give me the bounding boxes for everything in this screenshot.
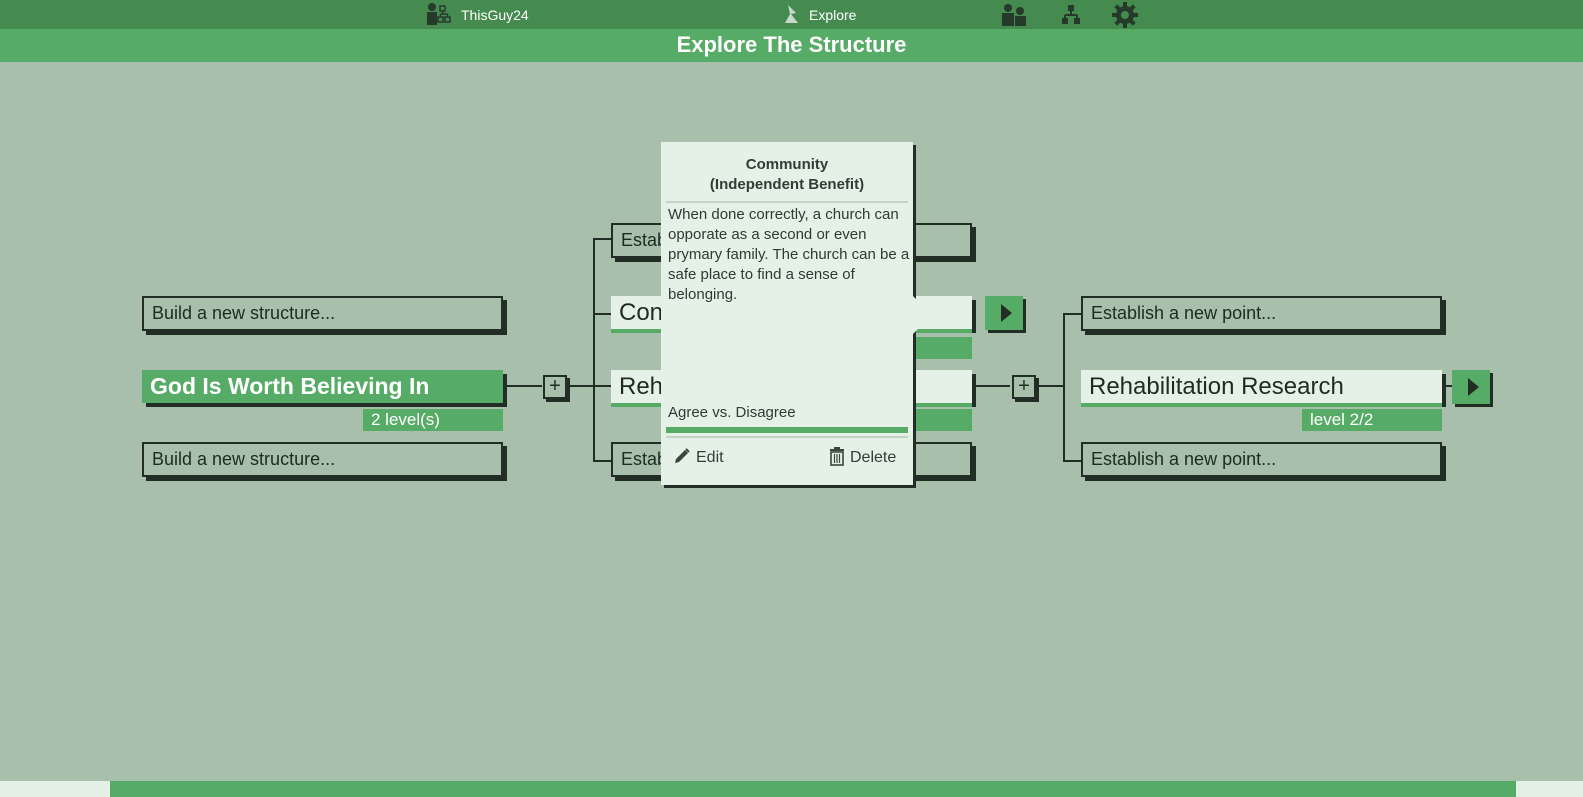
point-card-title: Rehabilitation Research	[1089, 372, 1344, 400]
popup-title-type: (Independent Benefit)	[709, 176, 865, 193]
trash-icon	[829, 446, 845, 471]
edit-label: Edit	[696, 449, 724, 466]
build-structure-placeholder: Build a new structure...	[152, 449, 336, 469]
nav-user-name: ThisGuy24	[461, 7, 529, 23]
build-structure-input-bottom[interactable]: Build a new structure...	[142, 442, 503, 477]
establish-point-input-top[interactable]: Establish a new point...	[1081, 296, 1442, 331]
connector-line	[593, 460, 611, 462]
footer-strip-right	[1516, 781, 1583, 797]
connector-line	[970, 385, 1010, 387]
pencil-icon	[673, 447, 691, 470]
agreement-bar	[666, 427, 908, 433]
popup-divider	[666, 436, 908, 438]
connector-line	[503, 385, 542, 387]
popup-description: When done correctly, a church can oppora…	[668, 206, 910, 303]
connector-line	[593, 238, 595, 462]
popup-title-name: Community	[745, 156, 829, 173]
footer-bar	[110, 781, 1516, 797]
footer-strip-left	[0, 781, 110, 797]
nav-explore-link[interactable]: Explore	[782, 2, 856, 28]
delete-button[interactable]: Delete	[829, 446, 896, 470]
point-card-rehabilitation-research[interactable]: Rehabilitation Research	[1081, 370, 1442, 403]
point-card-title: Con	[619, 298, 664, 326]
nav-user-link[interactable]: ThisGuy24	[426, 2, 529, 28]
hierarchy-icon[interactable]	[1058, 2, 1084, 28]
connector-line	[1063, 313, 1065, 462]
point-card-title: Reh	[619, 372, 664, 400]
gear-icon[interactable]	[1112, 2, 1138, 28]
connector-line	[1036, 385, 1064, 387]
next-level-arrow-button[interactable]	[1452, 370, 1490, 404]
top-nav-bar: ThisGuy24 Explore	[0, 0, 1583, 29]
point-level-badge: level 2/2	[1302, 409, 1442, 431]
selected-structure-card[interactable]: God Is Worth Believing In	[142, 370, 503, 403]
selected-structure-title: God Is Worth Believing In	[150, 373, 430, 399]
build-structure-input-top[interactable]: Build a new structure...	[142, 296, 503, 331]
next-level-arrow-button[interactable]	[985, 296, 1023, 330]
popup-pointer	[913, 296, 932, 334]
people-icon[interactable]	[1001, 2, 1027, 28]
nav-explore-label: Explore	[809, 7, 857, 23]
popup-title: Community (Independent Benefit)	[661, 155, 913, 195]
connector-line	[593, 238, 611, 240]
establish-point-input-bottom[interactable]: Establish a new point...	[1081, 442, 1442, 477]
page-title: Explore The Structure	[0, 29, 1583, 62]
agreement-label: Agree vs. Disagree	[668, 404, 796, 421]
connector-line	[593, 313, 611, 315]
establish-point-placeholder: Establish a new point...	[1091, 303, 1277, 323]
user-structure-icon	[426, 2, 452, 29]
point-card-underline	[1081, 403, 1442, 407]
point-detail-popup: Community (Independent Benefit) When don…	[661, 142, 913, 485]
expand-plus-button[interactable]: +	[1012, 375, 1036, 399]
expand-plus-button[interactable]: +	[543, 375, 567, 399]
connector-line	[1063, 460, 1081, 462]
delete-label: Delete	[850, 449, 897, 466]
connector-line	[570, 385, 594, 387]
establish-point-placeholder: Establish a new point...	[1091, 449, 1277, 469]
build-structure-placeholder: Build a new structure...	[152, 303, 336, 323]
structure-level-badge: 2 level(s)	[363, 409, 503, 431]
edit-button[interactable]: Edit	[673, 446, 724, 470]
popup-divider	[666, 201, 908, 203]
connector-line	[1063, 313, 1081, 315]
connector-line	[593, 385, 611, 387]
explore-flag-icon	[782, 3, 800, 28]
